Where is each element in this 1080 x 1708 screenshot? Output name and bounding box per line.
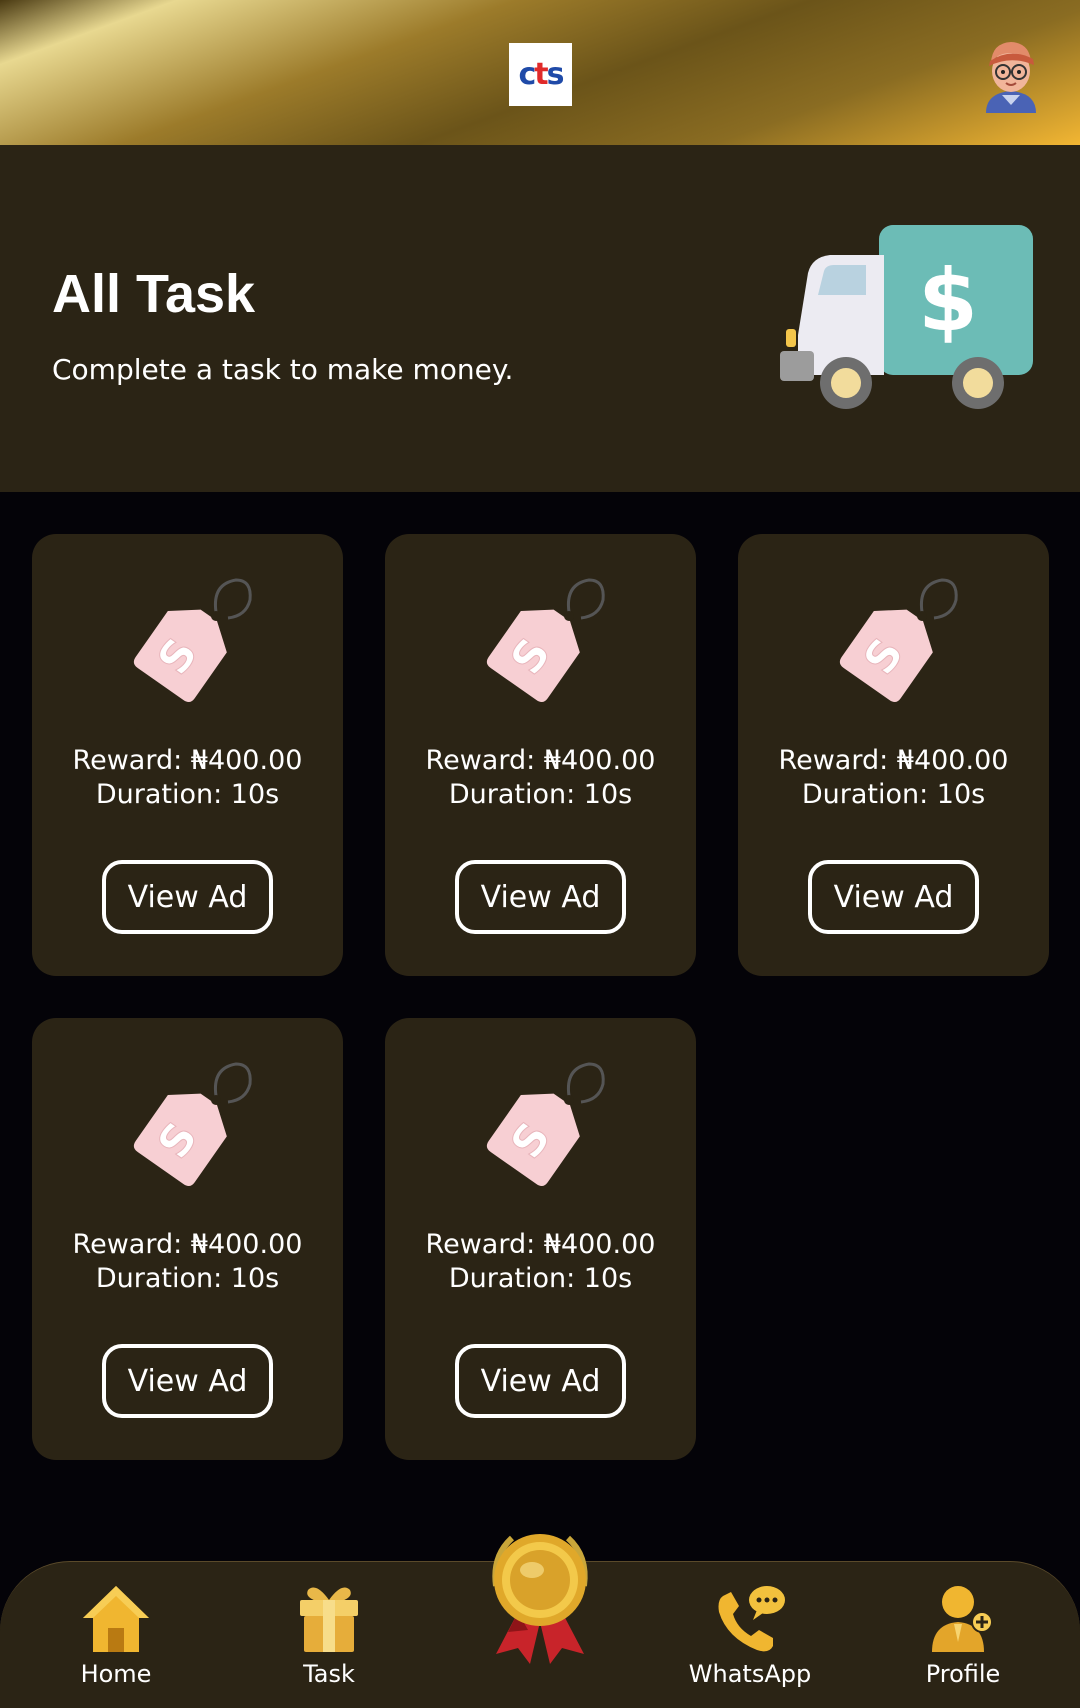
svg-text:$: $	[918, 251, 978, 351]
app-logo[interactable]: cts	[509, 43, 572, 106]
nav-home[interactable]: Home	[36, 1582, 196, 1707]
top-bar: cts	[0, 0, 1080, 145]
gold-medal-icon[interactable]	[478, 1526, 602, 1666]
task-card: S Reward: ₦400.00 Duration: 10s View Ad	[32, 1018, 343, 1460]
hero-banner: All Task Complete a task to make money. …	[0, 145, 1080, 492]
view-ad-button[interactable]: View Ad	[808, 860, 979, 934]
price-tag-icon: S	[839, 578, 958, 703]
task-grid: S Reward: ₦400.00 Duration: 10s View Ad …	[32, 534, 1050, 1460]
nav-home-label: Home	[80, 1660, 152, 1688]
task-duration: Duration: 10s	[448, 779, 633, 810]
task-info: Reward: ₦400.00 Duration: 10s	[32, 1228, 343, 1296]
price-tag-icon: S	[133, 1062, 252, 1187]
task-duration: Duration: 10s	[801, 779, 986, 810]
price-tag-icon: S	[486, 1062, 605, 1187]
logo-letter-s: s	[546, 57, 565, 92]
price-tag-icon: S	[133, 578, 252, 703]
view-ad-button[interactable]: View Ad	[102, 1344, 273, 1418]
money-truck-icon: $	[780, 225, 1033, 409]
task-info: Reward: ₦400.00 Duration: 10s	[32, 744, 343, 812]
task-card: S Reward: ₦400.00 Duration: 10s View Ad	[385, 1018, 696, 1460]
task-reward: Reward: ₦400.00	[425, 745, 656, 776]
task-reward: Reward: ₦400.00	[72, 1229, 303, 1260]
phone-chat-icon	[718, 1586, 785, 1652]
task-card: S Reward: ₦400.00 Duration: 10s View Ad	[32, 534, 343, 976]
task-card: S Reward: ₦400.00 Duration: 10s View Ad	[738, 534, 1049, 976]
view-ad-button[interactable]: View Ad	[455, 1344, 626, 1418]
task-reward: Reward: ₦400.00	[778, 745, 1009, 776]
task-info: Reward: ₦400.00 Duration: 10s	[738, 744, 1049, 812]
task-reward: Reward: ₦400.00	[425, 1229, 656, 1260]
page-title: All Task	[52, 264, 256, 324]
nav-task-label: Task	[303, 1660, 355, 1688]
nav-profile-label: Profile	[925, 1660, 1001, 1688]
task-info: Reward: ₦400.00 Duration: 10s	[385, 744, 696, 812]
logo-letter-t: t	[534, 57, 548, 92]
user-add-icon	[932, 1586, 993, 1652]
nav-profile[interactable]: Profile	[883, 1582, 1043, 1707]
logo-letter-c: c	[518, 57, 537, 92]
task-duration: Duration: 10s	[448, 1263, 633, 1294]
view-ad-button[interactable]: View Ad	[102, 860, 273, 934]
price-tag-icon: S	[486, 578, 605, 703]
home-icon	[83, 1586, 149, 1652]
task-duration: Duration: 10s	[95, 1263, 280, 1294]
task-duration: Duration: 10s	[95, 779, 280, 810]
view-ad-button[interactable]: View Ad	[455, 860, 626, 934]
nav-whatsapp-label: WhatsApp	[688, 1660, 812, 1688]
gift-icon	[300, 1587, 358, 1652]
user-avatar[interactable]	[980, 35, 1042, 115]
nav-whatsapp[interactable]: WhatsApp	[670, 1582, 830, 1707]
task-reward: Reward: ₦400.00	[72, 745, 303, 776]
task-card: S Reward: ₦400.00 Duration: 10s View Ad	[385, 534, 696, 976]
page-subtitle: Complete a task to make money.	[52, 353, 514, 386]
nav-task[interactable]: Task	[249, 1582, 409, 1707]
task-info: Reward: ₦400.00 Duration: 10s	[385, 1228, 696, 1296]
